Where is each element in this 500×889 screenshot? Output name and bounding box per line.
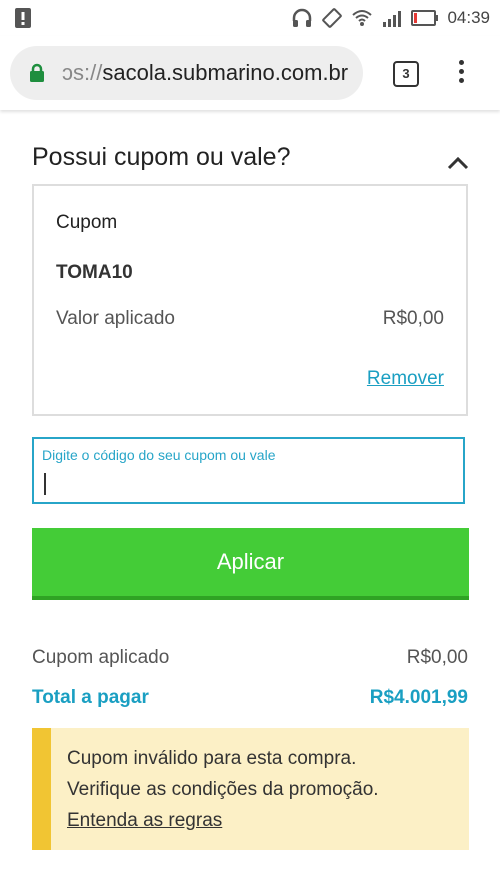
total-label: Total a pagar xyxy=(32,687,149,708)
rules-link[interactable]: Entenda as regras xyxy=(67,810,222,832)
apply-button[interactable]: Aplicar xyxy=(32,528,469,600)
url-host: sacola.submarino.com.br xyxy=(102,60,349,85)
coupon-code: TOMA10 xyxy=(56,262,133,283)
coupon-label: Cupom xyxy=(56,212,118,233)
alert-icon xyxy=(14,7,32,34)
address-bar[interactable]: ɔs://sacola.submarino.com.br xyxy=(10,46,363,100)
warning-text-line-2: Verifique as condições da promoção. xyxy=(67,779,379,800)
remove-coupon-link[interactable]: Remover xyxy=(367,368,444,390)
url-scheme: ɔs:// xyxy=(62,60,103,85)
chevron-up-icon[interactable] xyxy=(446,155,470,176)
total-value: R$4.001,99 xyxy=(369,687,468,708)
wifi-icon xyxy=(351,7,373,29)
text-cursor xyxy=(44,473,46,495)
signal-icon xyxy=(381,7,403,29)
coupon-applied-value: R$0,00 xyxy=(406,647,468,668)
section-title: Possui cupom ou vale? xyxy=(32,143,291,171)
browser-toolbar: ɔs://sacola.submarino.com.br 3 xyxy=(0,36,500,110)
clock: 04:39 xyxy=(447,8,490,27)
applied-value-label: Valor aplicado xyxy=(56,308,176,329)
coupon-code-input[interactable]: Digite o código do seu cupom ou vale xyxy=(32,437,465,504)
coupon-input-label: Digite o código do seu cupom ou vale xyxy=(42,447,276,463)
overflow-menu-icon[interactable] xyxy=(456,60,466,88)
applied-coupon-card: Cupom TOMA10 Valor aplicado R$0,00 Remov… xyxy=(32,184,468,416)
status-icons: 04:39 xyxy=(291,7,490,29)
lock-icon xyxy=(29,63,45,88)
warning-message: Cupom inválido para esta compra. Verifiq… xyxy=(32,728,469,850)
url-text: ɔs://sacola.submarino.com.br xyxy=(62,60,348,86)
applied-value: R$0,00 xyxy=(382,308,444,329)
tab-switcher-button[interactable]: 3 xyxy=(393,61,419,87)
rotate-icon xyxy=(321,7,343,29)
warning-text-line-1: Cupom inválido para esta compra. xyxy=(67,748,357,769)
status-bar: 04:39 xyxy=(0,0,500,36)
battery-icon xyxy=(411,7,439,29)
warning-accent-bar xyxy=(32,728,51,850)
coupon-applied-label: Cupom aplicado xyxy=(32,647,170,668)
headphones-icon xyxy=(291,7,313,29)
